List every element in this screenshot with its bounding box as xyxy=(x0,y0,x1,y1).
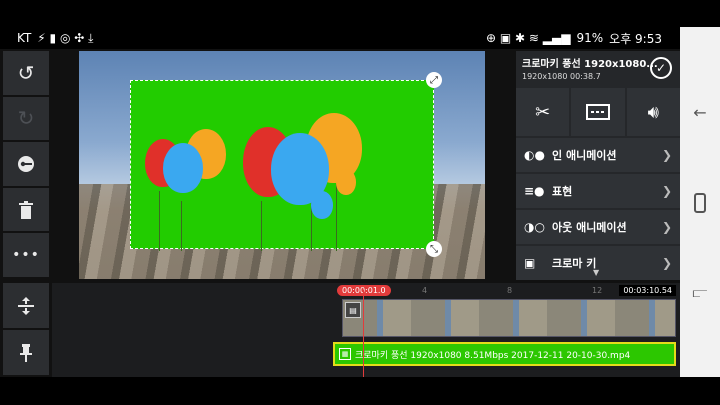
playhead[interactable] xyxy=(363,290,364,377)
pin-icon xyxy=(20,343,32,362)
speaker-icon: 🔊︎ xyxy=(647,101,659,123)
more-button[interactable]: ••• xyxy=(3,233,49,277)
split-icon xyxy=(18,296,34,315)
system-icons: ⊕ ▣ ✱ ≋ ▂▄▆ xyxy=(486,31,571,45)
layer-file-name: 크로마키 풍선 1920x1080 8.51Mbps 2017-12-11 20… xyxy=(355,350,631,361)
undo-icon: ↺ xyxy=(17,60,35,85)
pin-button[interactable] xyxy=(3,330,49,375)
balloon xyxy=(311,191,333,219)
chevron-right-icon: ❯ xyxy=(661,184,672,198)
clip-header: 크로마키 풍선 1920x1080... 1920x1080 00:38.7 ✓ xyxy=(516,51,680,87)
chevron-right-icon: ❯ xyxy=(661,220,672,234)
trash-icon xyxy=(19,200,33,219)
redo-icon: ↻ xyxy=(17,106,35,131)
carrier-label: KT xyxy=(17,31,32,45)
chroma-key-icon: ▣ xyxy=(524,256,536,270)
tool-icons-row: ✂ 🔊︎ xyxy=(516,88,680,136)
video-clip-track[interactable]: ▤ xyxy=(342,299,676,337)
film-icon: ▦ xyxy=(339,348,351,360)
chevron-right-icon: ❯ xyxy=(661,148,672,162)
balloon-string xyxy=(261,201,262,251)
timeline[interactable]: 4 8 12 00:00:01.0 00:03:10.54 ▤ ▦ 크로마키 풍… xyxy=(52,283,680,377)
menu-label: 크로마 키 xyxy=(552,257,597,270)
ruler-mark: 4 xyxy=(422,286,428,295)
home-icon[interactable] xyxy=(694,193,706,214)
balloon-string xyxy=(159,191,160,251)
menu-label: 인 애니메이션 xyxy=(552,149,617,162)
battery-label: 91% xyxy=(576,31,604,45)
back-icon[interactable]: ← xyxy=(693,103,706,122)
more-icon: ••• xyxy=(12,247,40,264)
scroll-more-icon: ▼ xyxy=(593,268,600,277)
menu-out-animation[interactable]: ◑○ 아웃 애니메이션 ❯ xyxy=(516,210,680,244)
balloon xyxy=(163,143,203,193)
resize-handle-top-right[interactable]: ⤢ xyxy=(426,72,442,88)
left-toolbar: ↺ ↻ ••• xyxy=(3,51,49,277)
status-right: ⊕ ▣ ✱ ≋ ▂▄▆ 91% 오후 9:53 xyxy=(486,30,662,47)
motion-icon: ≡● xyxy=(524,184,545,198)
menu-expression[interactable]: ≡● 표현 ❯ xyxy=(516,174,680,208)
trim-button[interactable]: ✂ xyxy=(516,88,570,136)
ruler-mark: 12 xyxy=(592,286,603,295)
crop-frame-icon xyxy=(585,104,610,120)
balloon xyxy=(336,169,356,195)
clip-thumbnail-icon: ▤ xyxy=(345,302,361,318)
notification-icons: ⚡ ▮ ◎ ✣ ⤓ xyxy=(37,30,94,45)
left-toolbar-bottom xyxy=(3,283,49,375)
kinemaster-editor: KT ⚡ ▮ ◎ ✣ ⤓ ⊕ ▣ ✱ ≋ ▂▄▆ 91% 오후 9:53 ↺ ↻… xyxy=(0,0,720,405)
menu-label: 표현 xyxy=(552,185,573,198)
letterbox-top xyxy=(0,0,720,27)
split-button[interactable] xyxy=(3,283,49,328)
recents-icon[interactable]: ⫍ xyxy=(693,285,708,301)
status-left: KT ⚡ ▮ ◎ ✣ ⤓ xyxy=(17,31,93,46)
balloon-string xyxy=(181,201,182,251)
keyframe-button[interactable] xyxy=(3,142,49,186)
key-icon xyxy=(18,155,34,172)
clock-label: 오후 9:53 xyxy=(609,31,662,46)
redo-button[interactable]: ↻ xyxy=(3,96,49,141)
total-duration-badge: 00:03:10.54 xyxy=(619,285,676,296)
status-bar: KT ⚡ ▮ ◎ ✣ ⤓ ⊕ ▣ ✱ ≋ ▂▄▆ 91% 오후 9:53 xyxy=(0,27,680,49)
android-nav-bar: ← ⫍ xyxy=(680,27,720,377)
menu-in-animation[interactable]: ◐● 인 애니메이션 ❯ xyxy=(516,138,680,172)
layer-clip-body: ▦ 크로마키 풍선 1920x1080 8.51Mbps 2017-12-11 … xyxy=(335,344,674,364)
layer-clip-track[interactable]: ▦ 크로마키 풍선 1920x1080 8.51Mbps 2017-12-11 … xyxy=(333,342,676,366)
menu-label: 아웃 애니메이션 xyxy=(552,221,627,234)
volume-button[interactable]: 🔊︎ xyxy=(626,88,680,136)
balloon-string xyxy=(336,181,337,251)
resize-handle-bottom-right[interactable]: ⤡ xyxy=(426,241,442,257)
letterbox-bottom xyxy=(0,377,720,405)
chevron-right-icon: ❯ xyxy=(661,256,672,270)
ruler-mark: 8 xyxy=(507,286,513,295)
delete-button[interactable] xyxy=(3,187,49,232)
confirm-button[interactable]: ✓ xyxy=(650,57,672,79)
check-icon: ✓ xyxy=(655,61,667,75)
crop-button[interactable] xyxy=(571,88,625,136)
toggle-icon: ◑○ xyxy=(524,220,545,234)
chroma-layer[interactable]: ⤢ ⤡ xyxy=(130,72,442,257)
undo-button[interactable]: ↺ xyxy=(3,51,49,95)
scissors-icon: ✂ xyxy=(535,101,551,123)
video-preview[interactable]: ⤢ ⤡ xyxy=(79,51,485,279)
layer-options-panel: 크로마키 풍선 1920x1080... 1920x1080 00:38.7 ✓… xyxy=(516,51,680,280)
toggle-icon: ◐● xyxy=(524,148,545,162)
